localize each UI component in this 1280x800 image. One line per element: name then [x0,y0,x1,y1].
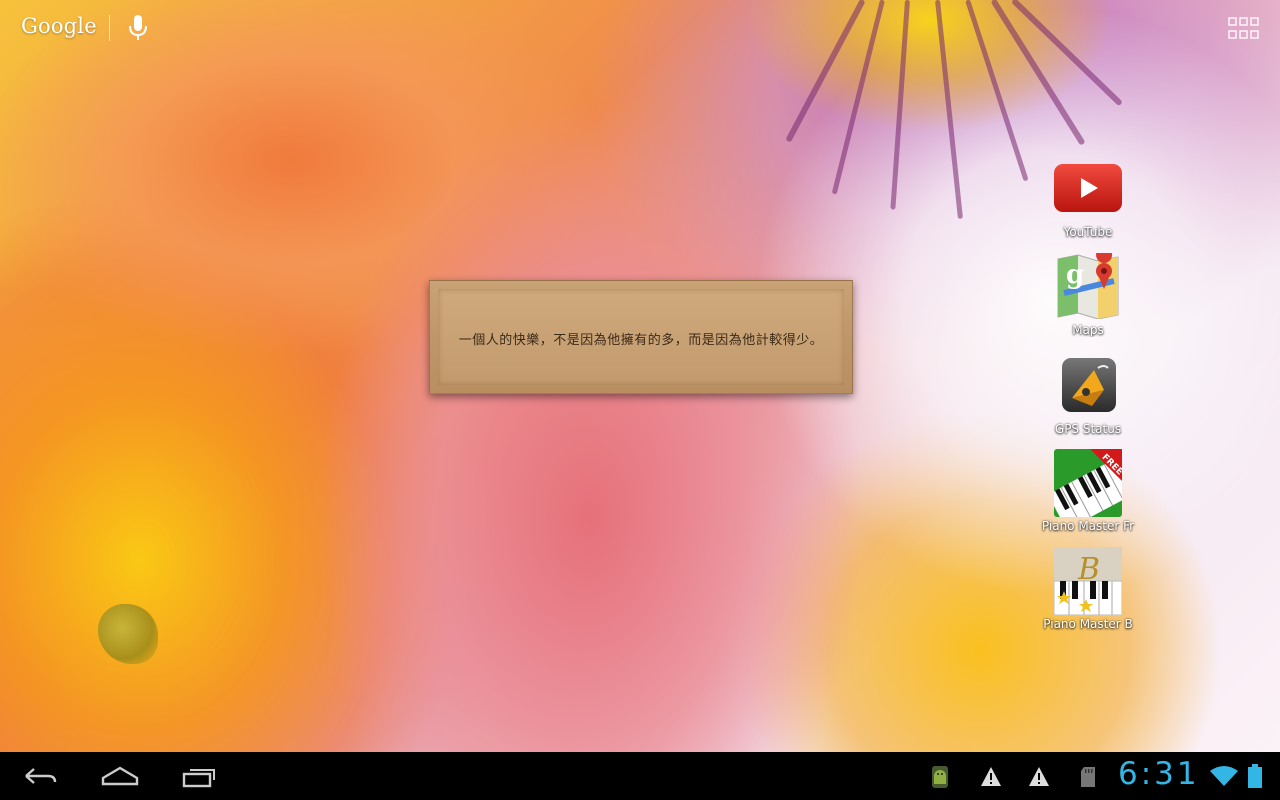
home-icon[interactable] [100,764,140,788]
b-letter: B [1077,552,1100,587]
piano-master-b-icon: B [1053,547,1123,616]
recent-apps-icon[interactable] [182,764,220,788]
shortcut-piano-master-free[interactable]: FREE Piano Master Fr [1038,449,1138,533]
shortcut-label: Piano Master B [1043,617,1133,631]
wifi-icon[interactable] [1210,765,1238,787]
gps-status-icon [1062,358,1116,412]
google-search-bar[interactable]: Google [0,0,180,56]
quote-widget[interactable]: 一個人的快樂，不是因為他擁有的多，而是因為他計較得少。 [429,280,853,394]
back-icon[interactable] [22,764,58,788]
sd-card-icon[interactable] [1080,766,1096,788]
svg-text:g: g [1066,260,1084,290]
shortcut-gps-status[interactable]: GPS Status [1038,352,1138,436]
youtube-icon [1054,164,1122,212]
shortcut-label: Maps [1072,323,1104,337]
search-divider [109,15,110,41]
clock[interactable]: 6:31 [1118,756,1200,792]
system-bar: 6:31 [0,752,1280,800]
battery-icon[interactable] [1248,764,1262,788]
warning-icon[interactable] [980,766,1002,788]
shortcut-maps[interactable]: g Maps [1038,247,1138,337]
warning-icon[interactable] [1028,766,1050,788]
shortcut-youtube[interactable]: YouTube [1038,160,1138,239]
google-logo[interactable]: Google [21,14,97,38]
all-apps-grid-icon[interactable] [1228,17,1260,41]
quote-text: 一個人的快樂，不是因為他擁有的多，而是因為他計較得少。 [458,333,824,348]
mic-icon[interactable] [127,14,149,42]
maps-icon: g [1057,247,1119,320]
android-debug-icon[interactable] [928,764,952,790]
piano-master-free-icon: FREE [1047,449,1134,530]
shortcut-label: Piano Master Fr [1041,519,1135,533]
shortcut-piano-master-b[interactable]: B Piano Master B [1038,547,1138,631]
shortcut-label: GPS Status [1054,422,1122,436]
